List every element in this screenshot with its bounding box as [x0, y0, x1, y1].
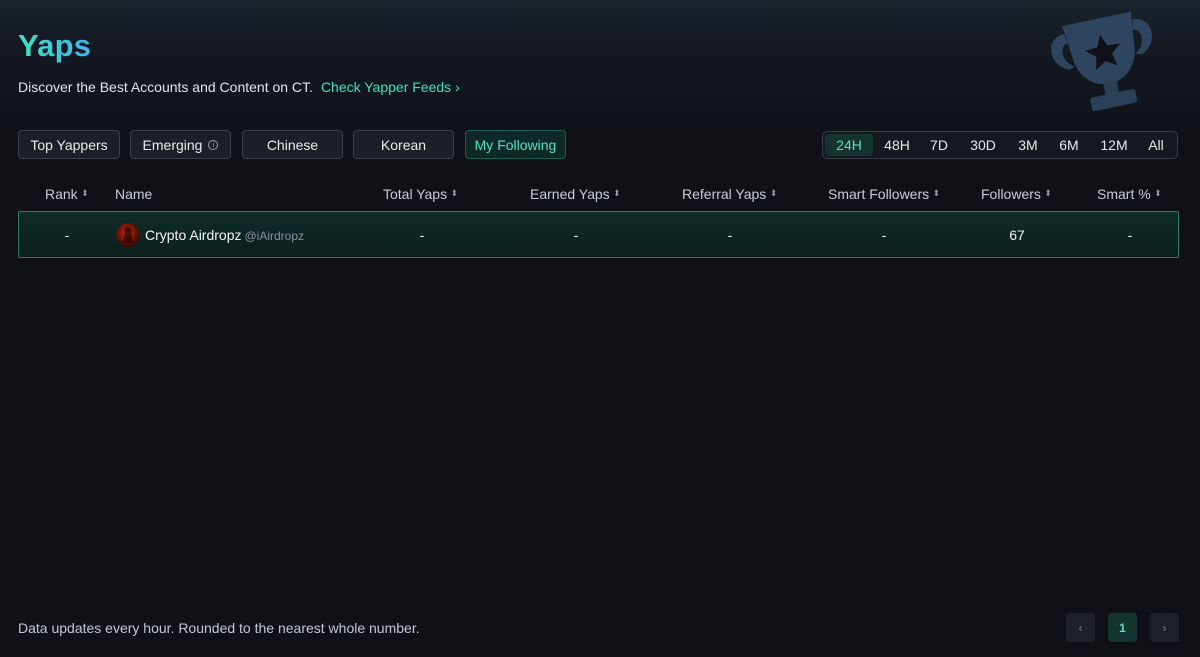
period-48h[interactable]: 48H	[875, 134, 919, 156]
chevron-right-icon: ›	[455, 79, 460, 95]
period-3m[interactable]: 3M	[1009, 134, 1047, 156]
tab-top-yappers[interactable]: Top Yappers	[18, 130, 120, 159]
column-header-smart-percent[interactable]: Smart % ⬍	[1097, 186, 1161, 202]
sort-icon: ⬍	[933, 188, 940, 199]
chevron-right-icon: ›	[1162, 620, 1167, 635]
column-label: Total Yaps	[383, 186, 448, 202]
smart-followers-cell: -	[881, 227, 887, 243]
data-update-note: Data updates every hour. Rounded to the …	[18, 620, 420, 636]
column-header-referral-yaps[interactable]: Referral Yaps ⬍	[682, 186, 777, 202]
column-label: Smart Followers	[828, 186, 930, 202]
tab-label: Korean	[380, 136, 427, 153]
table-row[interactable]: - Crypto Airdropz @iAirdropz - - - - 67 -	[18, 211, 1179, 258]
display-name: Crypto Airdropz	[145, 227, 242, 243]
column-header-rank[interactable]: Rank ⬍	[45, 186, 88, 202]
subtitle-text: Discover the Best Accounts and Content o…	[18, 79, 313, 95]
period-30d[interactable]: 30D	[959, 134, 1007, 156]
column-label: Rank	[45, 186, 78, 202]
tab-label: Top Yappers	[30, 136, 108, 153]
period-all[interactable]: All	[1139, 134, 1173, 156]
column-header-followers[interactable]: Followers ⬍	[981, 186, 1052, 202]
total-yaps-cell: -	[419, 227, 425, 243]
account-handle: @iAirdropz	[244, 229, 305, 243]
page-title: Yaps	[18, 28, 92, 63]
time-period-selector: 24H 48H 7D 30D 3M 6M 12M All	[822, 131, 1178, 159]
sort-icon: ⬍	[770, 188, 778, 199]
period-6m[interactable]: 6M	[1049, 134, 1089, 156]
tab-korean[interactable]: Korean	[353, 130, 454, 159]
column-label: Earned Yaps	[530, 186, 610, 202]
next-page-button[interactable]: ›	[1150, 613, 1179, 642]
tab-chinese[interactable]: Chinese	[242, 130, 343, 159]
sort-icon: ⬍	[1044, 188, 1052, 199]
smart-percent-cell: -	[1127, 227, 1133, 243]
check-yapper-feeds-link[interactable]: Check Yapper Feeds ›	[321, 79, 460, 95]
sort-icon: ⬍	[613, 188, 621, 199]
referral-yaps-cell: -	[727, 227, 733, 243]
tab-label: My Following	[474, 136, 557, 153]
column-header-total-yaps[interactable]: Total Yaps ⬍	[383, 186, 458, 202]
column-label: Smart %	[1097, 186, 1151, 202]
period-12m[interactable]: 12M	[1091, 134, 1137, 156]
column-label: Name	[115, 186, 153, 202]
sort-icon: ⬍	[1154, 188, 1162, 199]
earned-yaps-cell: -	[573, 227, 579, 243]
period-24h[interactable]: 24H	[825, 134, 873, 156]
info-icon[interactable]: i	[208, 139, 219, 150]
sort-icon: ⬍	[451, 188, 458, 199]
column-label: Referral Yaps	[682, 186, 767, 202]
rank-cell: -	[64, 227, 70, 243]
table-header: Rank ⬍ Name Total Yaps ⬍ Earned Yaps ⬍ R…	[18, 184, 1178, 204]
tab-label: Emerging	[142, 136, 203, 153]
chevron-left-icon: ‹	[1078, 620, 1083, 635]
avatar	[116, 223, 140, 247]
page-1-button[interactable]: 1	[1108, 613, 1137, 642]
tab-emerging[interactable]: Emerging i	[130, 130, 231, 159]
sort-icon: ⬍	[81, 188, 89, 199]
page-subtitle: Discover the Best Accounts and Content o…	[18, 79, 460, 95]
tab-label: Chinese	[266, 136, 319, 153]
feeds-link-label: Check Yapper Feeds	[320, 79, 452, 95]
column-header-earned-yaps[interactable]: Earned Yaps ⬍	[530, 186, 620, 202]
column-label: Followers	[981, 186, 1041, 202]
prev-page-button[interactable]: ‹	[1066, 613, 1095, 642]
column-header-smart-followers[interactable]: Smart Followers ⬍	[828, 186, 940, 202]
tab-my-following[interactable]: My Following	[465, 130, 566, 159]
followers-cell: 67	[1009, 227, 1025, 243]
account-name[interactable]: Crypto Airdropz @iAirdropz	[145, 227, 304, 243]
trophy-icon	[1051, 11, 1152, 112]
avatar-figure-icon	[123, 227, 133, 243]
period-7d[interactable]: 7D	[921, 134, 957, 156]
column-header-name: Name	[115, 186, 152, 202]
yaps-page: Yaps Discover the Best Accounts and Cont…	[0, 0, 1200, 657]
